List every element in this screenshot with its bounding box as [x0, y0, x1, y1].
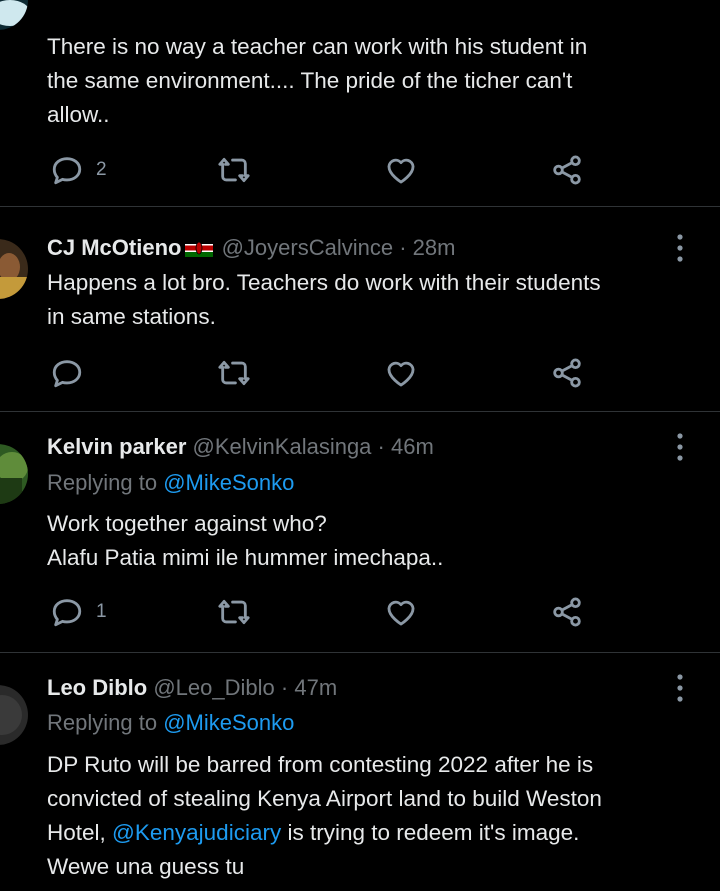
more-vertical-icon	[677, 234, 683, 262]
kenya-flag-icon	[185, 239, 214, 257]
more-vertical-icon	[677, 433, 683, 461]
share-icon	[553, 358, 581, 388]
tweet-4[interactable]: Leo Diblo @Leo_Diblo · 47m Replying to @…	[0, 653, 720, 891]
reply-button[interactable]: 1	[50, 592, 107, 632]
mention-link[interactable]: @Kenyajudiciary	[112, 820, 281, 845]
avatar[interactable]	[0, 685, 28, 745]
retweet-button[interactable]	[217, 353, 251, 393]
timestamp[interactable]: 47m	[294, 675, 337, 700]
timestamp[interactable]: 46m	[391, 434, 434, 459]
heart-icon	[387, 158, 415, 184]
reply-bubble-icon	[52, 157, 82, 185]
mention-link[interactable]: @MikeSonko	[163, 470, 294, 495]
tweet-header: CJ McOtieno @JoyersCalvince · 28m	[47, 235, 456, 260]
reply-button[interactable]: 2	[50, 150, 107, 190]
tweet-3[interactable]: Kelvin parker @KelvinKalasinga · 46m Rep…	[0, 412, 720, 652]
like-button[interactable]	[384, 592, 418, 632]
tweet-text: There is no way a teacher can work with …	[47, 34, 588, 127]
retweet-icon	[218, 157, 250, 183]
more-options-button[interactable]	[670, 673, 690, 703]
retweet-icon	[218, 360, 250, 386]
display-name[interactable]: Kelvin parker	[47, 434, 186, 459]
display-name[interactable]: CJ McOtieno	[47, 235, 181, 260]
avatar[interactable]	[0, 0, 28, 30]
timestamp[interactable]: 28m	[413, 235, 456, 260]
avatar[interactable]	[0, 444, 28, 504]
tweet-header: Leo Diblo @Leo_Diblo · 47m	[47, 675, 338, 700]
tweet-actions: 1	[0, 592, 720, 632]
retweet-button[interactable]	[217, 150, 251, 190]
tweet-text: Happens a lot bro. Teachers do work with…	[47, 270, 601, 329]
tweet-actions: 2	[0, 150, 720, 190]
tweet-actions	[0, 353, 720, 393]
heart-icon	[387, 600, 415, 626]
user-handle[interactable]: @Leo_Diblo	[153, 675, 274, 700]
retweet-button[interactable]	[217, 592, 251, 632]
more-vertical-icon	[677, 674, 683, 702]
share-icon	[553, 597, 581, 627]
reply-button[interactable]	[50, 353, 84, 393]
like-button[interactable]	[384, 353, 418, 393]
tweet-header: Kelvin parker @KelvinKalasinga · 46m	[47, 434, 434, 459]
share-button[interactable]	[550, 592, 584, 632]
replying-to: Replying to @MikeSonko	[47, 470, 295, 495]
reply-bubble-icon	[52, 360, 82, 388]
display-name[interactable]: Leo Diblo	[47, 675, 147, 700]
like-button[interactable]	[384, 150, 418, 190]
tweet-text: DP Ruto will be barred from contesting 2…	[47, 752, 602, 879]
replying-to: Replying to @MikeSonko	[47, 710, 295, 735]
share-button[interactable]	[550, 353, 584, 393]
heart-icon	[387, 361, 415, 387]
tweet-text: Work together against who? Alafu Patia m…	[47, 511, 444, 570]
tweet-2[interactable]: CJ McOtieno @JoyersCalvince · 28m Happen…	[0, 207, 720, 411]
retweet-icon	[218, 599, 250, 625]
more-options-button[interactable]	[670, 233, 690, 263]
mention-link[interactable]: @MikeSonko	[163, 710, 294, 735]
share-button[interactable]	[550, 150, 584, 190]
reply-count: 1	[96, 601, 107, 622]
avatar[interactable]	[0, 239, 28, 299]
reply-count: 2	[96, 159, 107, 180]
reply-bubble-icon	[52, 599, 82, 627]
tweet-1[interactable]: There is no way a teacher can work with …	[0, 0, 720, 206]
user-handle[interactable]: @KelvinKalasinga	[193, 434, 372, 459]
share-icon	[553, 155, 581, 185]
user-handle[interactable]: @JoyersCalvince	[222, 235, 394, 260]
more-options-button[interactable]	[670, 432, 690, 462]
